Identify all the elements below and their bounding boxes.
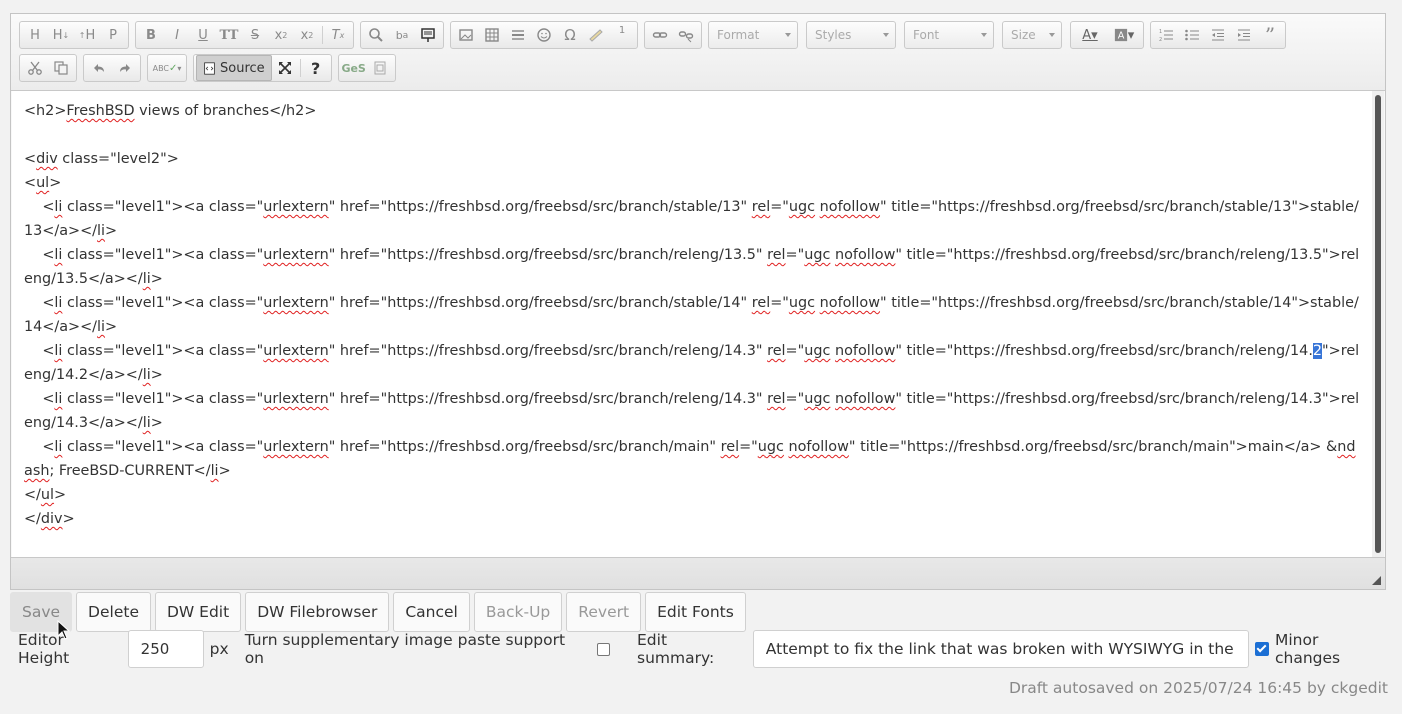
- superscript-icon[interactable]: x2: [294, 22, 320, 48]
- plugin-icon[interactable]: [367, 55, 393, 81]
- styles-dropdown[interactable]: Styles: [806, 21, 896, 49]
- backup-button[interactable]: Back-Up: [473, 592, 563, 632]
- view-group: Source ?: [193, 54, 332, 82]
- heading-2-button[interactable]: H ↓: [48, 22, 74, 48]
- heading-group: H H ↓ ↑ H P: [19, 21, 129, 49]
- monospace-icon[interactable]: TT: [216, 22, 242, 48]
- dw-edit-button[interactable]: DW Edit: [154, 592, 242, 632]
- text-style-group: B I U TT S x2 x2 Tx: [135, 21, 354, 49]
- link-group: [644, 21, 702, 49]
- undo-icon[interactable]: [86, 55, 112, 81]
- find-icon[interactable]: [363, 22, 389, 48]
- bold-button[interactable]: B: [138, 22, 164, 48]
- history-group: [83, 54, 141, 82]
- toolbar-row-2: ABC ✓ ▾ Source ? GeS: [19, 54, 402, 82]
- remove-format-icon[interactable]: Tx: [325, 22, 351, 48]
- format-dropdown[interactable]: Format: [708, 21, 798, 49]
- minor-changes-checkbox[interactable]: [1255, 642, 1269, 656]
- select-all-icon[interactable]: [415, 22, 441, 48]
- toolbar-row-1: H H ↓ ↑ H P B I U TT S x2 x2 Tx ba Ω 1 F…: [19, 21, 1292, 49]
- footnote-icon[interactable]: 1: [609, 22, 635, 48]
- svg-text:2: 2: [1159, 37, 1162, 43]
- revert-button[interactable]: Revert: [566, 592, 642, 632]
- table-icon[interactable]: [479, 22, 505, 48]
- vertical-scrollbar[interactable]: [1372, 91, 1384, 558]
- source-editor[interactable]: <h2>FreshBSD views of branches</h2> <div…: [12, 91, 1374, 558]
- geshi-icon[interactable]: GeS: [341, 55, 367, 81]
- find-group: ba: [360, 21, 444, 49]
- cut-icon[interactable]: [22, 55, 48, 81]
- smiley-icon[interactable]: [531, 22, 557, 48]
- strikethrough-icon[interactable]: S: [242, 22, 268, 48]
- plugin-group: GeS: [337, 54, 396, 82]
- link-icon[interactable]: [647, 22, 673, 48]
- replace-icon[interactable]: ba: [389, 22, 415, 48]
- source-icon: [204, 61, 215, 75]
- blockquote-icon[interactable]: ”: [1257, 22, 1283, 48]
- toolbar-separator: [322, 26, 323, 44]
- italic-button[interactable]: I: [164, 22, 190, 48]
- size-dropdown[interactable]: Size: [1002, 21, 1062, 49]
- edit-fonts-button[interactable]: Edit Fonts: [645, 592, 746, 632]
- maximize-icon[interactable]: [272, 55, 298, 81]
- svg-text:A: A: [1117, 31, 1124, 42]
- editor-toolbar: H H ↓ ↑ H P B I U TT S x2 x2 Tx ba Ω 1 F…: [11, 14, 1385, 91]
- special-char-icon[interactable]: Ω: [557, 22, 583, 48]
- delete-button[interactable]: Delete: [76, 592, 151, 632]
- image-icon[interactable]: [453, 22, 479, 48]
- list-group: 12 ”: [1150, 21, 1286, 49]
- image-paste-checkbox[interactable]: [597, 642, 610, 656]
- editor-height-input[interactable]: [127, 630, 204, 668]
- unlink-icon[interactable]: [673, 22, 699, 48]
- toolbar-separator: [299, 59, 301, 77]
- numbered-list-icon[interactable]: 12: [1153, 22, 1179, 48]
- dw-filebrowser-button[interactable]: DW Filebrowser: [245, 592, 390, 632]
- bulleted-list-icon[interactable]: [1179, 22, 1205, 48]
- paragraph-button[interactable]: P: [100, 22, 126, 48]
- source-code-text[interactable]: <h2>FreshBSD views of branches</h2> <div…: [12, 91, 1374, 539]
- edit-summary-label: Edit summary:: [637, 631, 715, 667]
- heading-1-button[interactable]: H: [22, 22, 48, 48]
- resize-handle-icon[interactable]: [1372, 576, 1381, 585]
- font-dropdown[interactable]: Font: [904, 21, 994, 49]
- wysiwyg-editor: H H ↓ ↑ H P B I U TT S x2 x2 Tx ba Ω 1 F…: [10, 13, 1386, 590]
- heading-3-button[interactable]: ↑ H: [74, 22, 100, 48]
- edit-summary-input[interactable]: [752, 630, 1250, 668]
- color-group: A▾ A ▾: [1070, 21, 1144, 49]
- px-label: px: [209, 640, 229, 658]
- outdent-icon[interactable]: [1205, 22, 1231, 48]
- clipboard-group: [19, 54, 77, 82]
- horizontal-rule-icon[interactable]: [505, 22, 531, 48]
- source-button[interactable]: Source: [196, 55, 272, 81]
- cancel-button[interactable]: Cancel: [393, 592, 470, 632]
- spellcheck-group: ABC ✓ ▾: [147, 54, 187, 82]
- editor-options: Editor Height px Turn supplementary imag…: [18, 630, 1388, 668]
- help-button[interactable]: ?: [303, 55, 329, 81]
- copy-icon[interactable]: [48, 55, 74, 81]
- spellcheck-icon[interactable]: ABC ✓ ▾: [150, 55, 184, 81]
- scrollbar-thumb[interactable]: [1375, 95, 1381, 553]
- draft-status: Draft autosaved on 2025/07/24 16:45 by c…: [1008, 679, 1388, 697]
- redo-icon[interactable]: [112, 55, 138, 81]
- svg-text:1: 1: [1159, 29, 1162, 35]
- chevron-down-icon: [1049, 33, 1055, 37]
- background-color-icon[interactable]: A ▾: [1107, 22, 1141, 48]
- action-buttons: Save Delete DW Edit DW Filebrowser Cance…: [10, 592, 750, 632]
- subscript-icon[interactable]: x2: [268, 22, 294, 48]
- insert-group: Ω 1: [450, 21, 638, 49]
- chevron-down-icon: [785, 33, 791, 37]
- indent-icon[interactable]: [1231, 22, 1257, 48]
- mouse-pointer-icon: [57, 620, 71, 640]
- minor-changes-label: Minor changes: [1275, 631, 1341, 667]
- image-paste-label: Turn supplementary image paste support o…: [244, 631, 566, 667]
- chevron-down-icon: [883, 33, 889, 37]
- chevron-down-icon: [981, 33, 987, 37]
- text-color-icon[interactable]: A▾: [1073, 22, 1107, 48]
- paste-word-icon[interactable]: [583, 22, 609, 48]
- editor-status-bar: [11, 557, 1385, 589]
- underline-button[interactable]: U: [190, 22, 216, 48]
